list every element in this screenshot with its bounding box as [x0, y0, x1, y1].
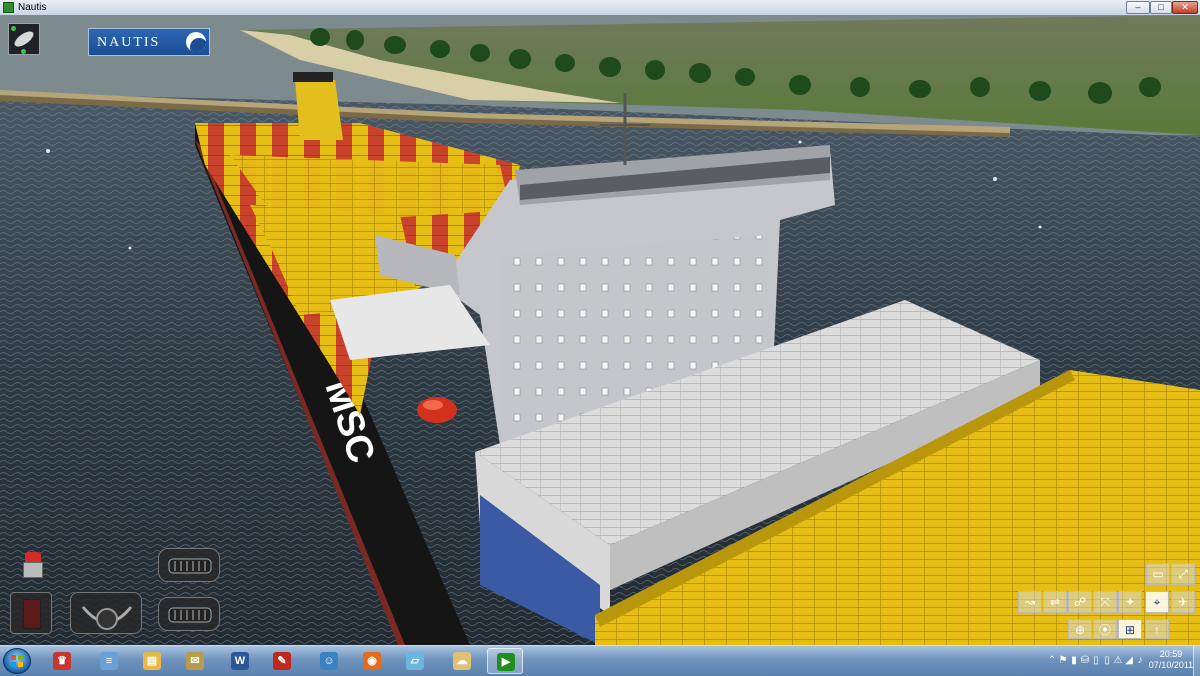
nautis-app-icon: [3, 2, 14, 13]
camera-tool-6[interactable]: ⤧: [1093, 591, 1117, 613]
throttle-port-icon: [168, 558, 212, 574]
alarm-base: [23, 562, 43, 578]
taskbar-app-media[interactable]: ▱: [397, 648, 433, 674]
helm-wheel-icon: [81, 606, 133, 630]
taskbar-clock[interactable]: 20:59 07/10/2011: [1148, 649, 1194, 671]
nautis-logo: NAUTIS: [88, 28, 210, 56]
camera-tool-3[interactable]: ↝: [1018, 591, 1042, 613]
camera-tool-8[interactable]: ⌖: [1145, 591, 1169, 613]
camera-tool-12[interactable]: ⊞: [1118, 619, 1142, 639]
clock-date: 07/10/2011: [1148, 660, 1194, 670]
throttle-starboard-icon: [168, 607, 212, 623]
taskbar-app-weather[interactable]: ☁: [444, 648, 480, 674]
helm-wheel-control[interactable]: [70, 592, 142, 634]
status-dot: [11, 26, 16, 31]
camera-tool-10[interactable]: ⊕: [1068, 619, 1092, 639]
minimize-button[interactable]: –: [1126, 1, 1150, 14]
show-desktop-button[interactable]: [1193, 646, 1200, 676]
camera-tool-13[interactable]: ↑: [1145, 619, 1169, 639]
clock-time: 20:59: [1159, 649, 1183, 659]
logo-text: NAUTIS: [97, 35, 161, 50]
camera-tool-4[interactable]: ⇌: [1043, 591, 1067, 613]
ship-thumbnail-icon[interactable]: [8, 23, 40, 55]
camera-tool-1[interactable]: ▭: [1146, 563, 1170, 585]
pdf-icon: ✎: [273, 652, 291, 670]
camera-tool-5[interactable]: ☍: [1068, 591, 1092, 613]
media-icon: ▱: [406, 652, 424, 670]
alarm-light-control[interactable]: [22, 552, 44, 582]
throttle-port-control[interactable]: [158, 548, 220, 582]
taskbar-app-firefox[interactable]: ◉: [354, 648, 390, 674]
engine-telegraph-control[interactable]: [10, 592, 52, 634]
camera-tool-2[interactable]: ⤢: [1171, 563, 1195, 585]
firefox-icon: ◉: [363, 652, 381, 670]
messenger-icon: ☺: [320, 652, 338, 670]
explorer-icon: ▤: [143, 652, 161, 670]
telegraph-lever: [23, 599, 41, 629]
taskbar-app-messenger[interactable]: ☺: [311, 648, 347, 674]
maximize-button[interactable]: □: [1150, 1, 1172, 14]
taskbar-app-explorer[interactable]: ▤: [134, 648, 170, 674]
taskbar-app-nautis[interactable]: ▶: [487, 648, 523, 674]
weather-icon: ☁: [453, 652, 471, 670]
taskbar-app-word[interactable]: W: [222, 648, 258, 674]
windows-logo-icon: [11, 655, 23, 667]
notepad-icon: ≡: [100, 652, 118, 670]
taskbar-app-notepad[interactable]: ≡: [91, 648, 127, 674]
camera-tool-11[interactable]: ⦿: [1093, 619, 1117, 639]
tray-icon[interactable]: ♪: [1134, 655, 1146, 667]
nautis-icon: ▶: [497, 653, 515, 671]
taskbar-app-launcher[interactable]: ♛: [44, 648, 80, 674]
status-dot: [21, 49, 26, 54]
launcher-icon: ♛: [53, 652, 71, 670]
start-button[interactable]: [3, 648, 31, 674]
chat-icon: ✉: [186, 652, 204, 670]
camera-tool-7[interactable]: ✦: [1118, 591, 1142, 613]
window-title-bar: Nautis – □ ✕: [0, 0, 1200, 16]
taskbar-app-pdf[interactable]: ✎: [264, 648, 300, 674]
windows-taskbar: ♛ ≡ ▤ ✉ W ✎ ☺ ◉ ▱ ☁ ▶ ⌃ ⚑ ▮ ⛁ ▯ ▯ ⚠ ◢ ♪ 20:59 07/10/2011: [0, 645, 1200, 676]
logo-wave-icon: [186, 32, 206, 52]
alarm-red-light: [25, 552, 41, 562]
window-title: Nautis: [18, 2, 47, 13]
camera-tool-9[interactable]: ✈: [1171, 591, 1195, 613]
word-icon: W: [231, 652, 249, 670]
taskbar-app-chat[interactable]: ✉: [177, 648, 213, 674]
close-button[interactable]: ✕: [1172, 1, 1198, 14]
throttle-starboard-control[interactable]: [158, 597, 220, 631]
